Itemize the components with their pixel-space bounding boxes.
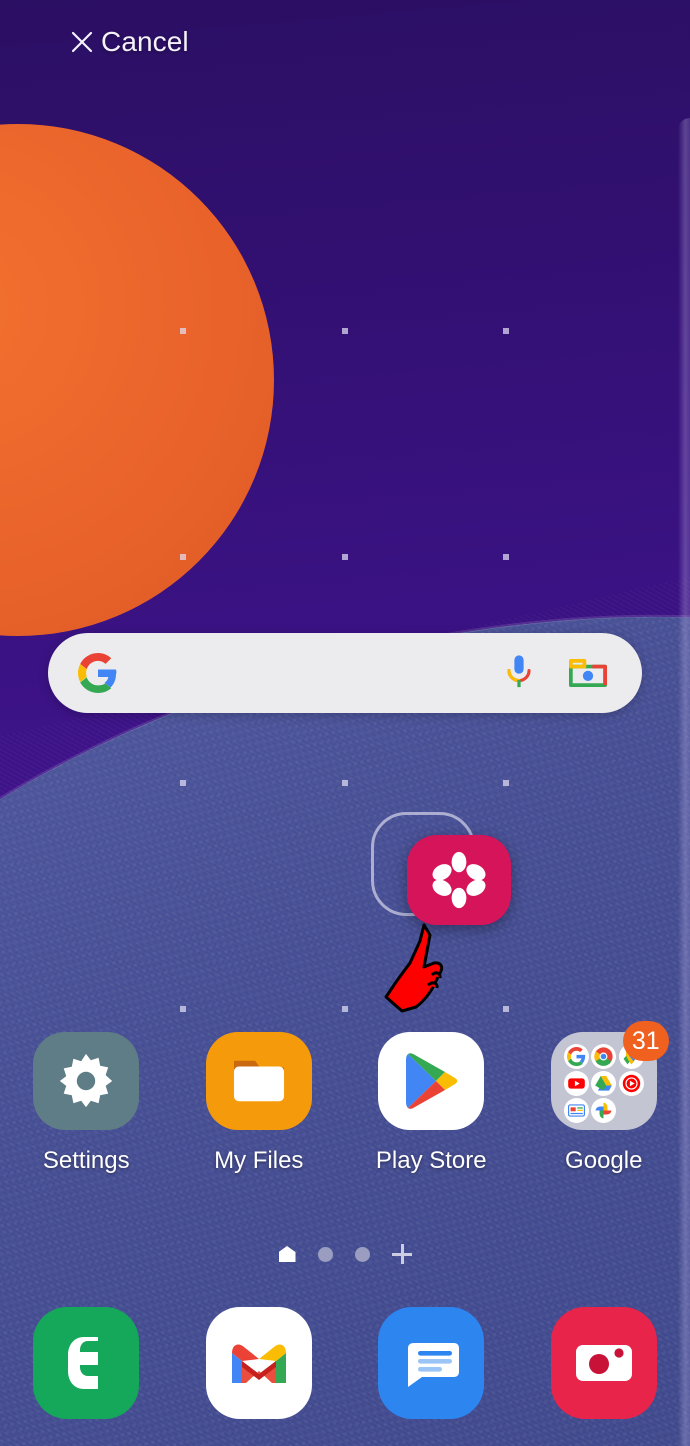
app-item-my-files[interactable]: My Files xyxy=(173,1032,346,1175)
grid-dot xyxy=(180,554,186,560)
app-label: Google xyxy=(565,1147,643,1174)
gear-icon xyxy=(60,1053,113,1108)
microphone-icon[interactable] xyxy=(502,654,536,692)
cancel-button-label: Cancel xyxy=(101,26,189,57)
page-dot[interactable] xyxy=(317,1246,333,1262)
message-bubble-icon xyxy=(408,1343,460,1387)
close-x-icon xyxy=(71,31,93,53)
google-search-widget[interactable] xyxy=(48,633,642,713)
grid-dot xyxy=(342,1006,348,1012)
folder-notification-badge: 31 xyxy=(622,1021,669,1061)
my-files-icon-tile xyxy=(205,1032,312,1130)
search-input[interactable] xyxy=(118,633,502,713)
google-g-icon xyxy=(78,653,117,693)
play-store-icon-tile xyxy=(378,1032,485,1130)
gmail-icon-tile xyxy=(205,1307,312,1419)
grid-dot xyxy=(503,554,509,560)
pointing-hand-cursor xyxy=(384,923,444,1013)
dragged-app-icon-gallery[interactable] xyxy=(407,835,511,925)
phone-handset-icon xyxy=(68,1337,99,1389)
grid-dot xyxy=(503,328,509,334)
flower-gallery-icon xyxy=(432,851,486,909)
grid-dot xyxy=(180,780,186,786)
gmail-envelope-icon xyxy=(231,1344,286,1383)
edit-mode-top-bar: Cancel xyxy=(0,0,690,84)
dock-item-phone[interactable] xyxy=(0,1307,173,1419)
youtube-music-icon xyxy=(618,1071,644,1096)
grid-dot xyxy=(180,328,186,334)
messages-icon-tile xyxy=(378,1307,485,1419)
dock-item-gmail[interactable] xyxy=(173,1307,346,1419)
page-indicator xyxy=(0,1244,690,1264)
google-folder-icon-tile: 31 xyxy=(550,1021,669,1130)
settings-icon-tile xyxy=(33,1032,140,1130)
camera-icon xyxy=(575,1345,632,1381)
dock-item-camera[interactable] xyxy=(518,1307,690,1419)
photos-icon xyxy=(591,1098,617,1123)
chrome-icon xyxy=(591,1044,617,1069)
cancel-button[interactable]: Cancel xyxy=(70,26,189,58)
home-page-icon[interactable] xyxy=(278,1246,296,1262)
app-item-play-store[interactable]: Play Store xyxy=(345,1032,518,1175)
home-screen-app-row: Settings My Files Play Store 31 Google xyxy=(0,1021,690,1175)
drive-icon xyxy=(591,1071,617,1096)
camera-icon-tile xyxy=(550,1307,657,1419)
google-lens-camera-icon[interactable] xyxy=(568,655,608,691)
wallpaper xyxy=(0,0,690,1446)
grid-dot xyxy=(180,1006,186,1012)
grid-dot xyxy=(342,780,348,786)
google-news-icon xyxy=(563,1098,589,1123)
folder-icon xyxy=(233,1060,284,1102)
grid-dot xyxy=(342,554,348,560)
grid-dot xyxy=(342,328,348,334)
add-page-plus-icon[interactable] xyxy=(391,1244,412,1264)
grid-dot xyxy=(503,1006,509,1012)
youtube-icon xyxy=(563,1071,589,1096)
page-dot[interactable] xyxy=(354,1246,370,1262)
play-store-icon xyxy=(406,1053,458,1109)
home-screen-dock xyxy=(0,1307,690,1419)
dock-item-messages[interactable] xyxy=(345,1307,518,1419)
app-label: Settings xyxy=(42,1147,130,1174)
app-label: My Files xyxy=(214,1147,304,1174)
app-item-settings[interactable]: Settings xyxy=(0,1032,173,1175)
app-item-google-folder[interactable]: 31 Google xyxy=(518,1021,690,1175)
google-search-icon xyxy=(563,1044,589,1069)
app-label: Play Store xyxy=(375,1147,487,1174)
grid-dot xyxy=(503,780,509,786)
phone-icon-tile xyxy=(33,1307,140,1419)
